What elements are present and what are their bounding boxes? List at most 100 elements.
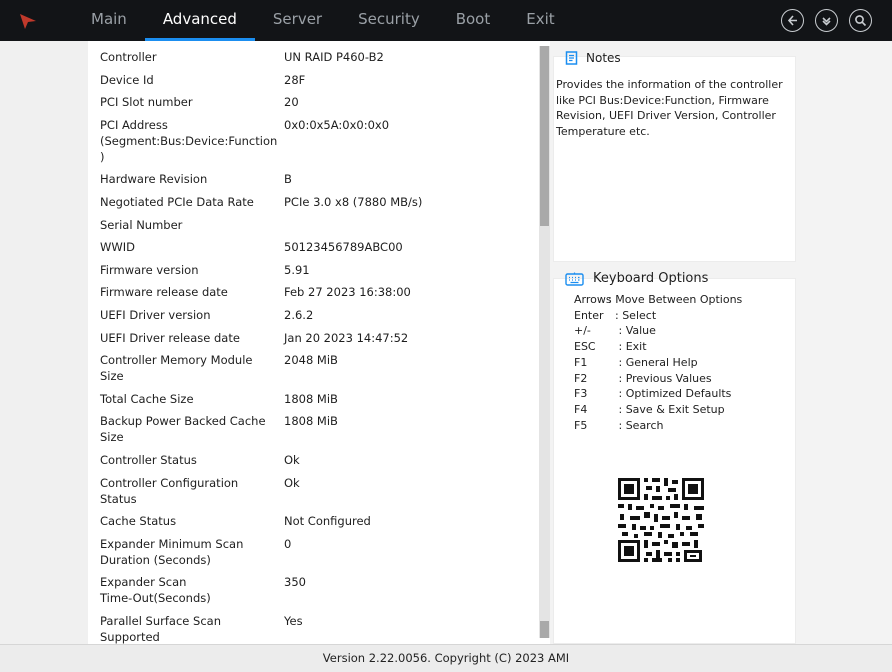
tab-boot[interactable]: Boot xyxy=(438,0,509,41)
kb-key: Arrows xyxy=(574,293,612,306)
row-label: Total Cache Size xyxy=(100,391,194,406)
row-serial-number[interactable]: Serial Number xyxy=(100,217,530,233)
row-memory-module-size[interactable]: Controller Memory Module Size 2048 MiB xyxy=(100,352,530,384)
row-label: PCI Address (Segment:Bus:Device:Function… xyxy=(100,117,278,164)
row-label: Controller Status xyxy=(100,452,197,467)
keyboard-icon xyxy=(565,272,584,286)
notes-title: Notes xyxy=(586,51,621,65)
row-label: Hardware Revision xyxy=(100,172,208,187)
row-value: 5.91 xyxy=(284,262,310,277)
kb-key: ESC xyxy=(574,340,596,354)
tab-server[interactable]: Server xyxy=(255,0,340,41)
row-value: 28F xyxy=(284,72,306,87)
row-label: Firmware version xyxy=(100,262,199,277)
search-button[interactable] xyxy=(849,9,872,32)
row-controller-config-status[interactable]: Controller Configuration Status Ok xyxy=(100,475,530,507)
kb-desc: : Search xyxy=(608,418,664,432)
row-uefi-driver-release-date[interactable]: UEFI Driver release date Jan 20 2023 14:4… xyxy=(100,330,530,346)
qr-code-icon xyxy=(610,468,714,570)
row-label: Negotiated PCIe Data Rate xyxy=(100,194,254,209)
kb-row-f5: F5 : Search xyxy=(574,418,742,434)
row-device-id[interactable]: Device Id 28F xyxy=(100,72,530,88)
row-hardware-revision[interactable]: Hardware Revision B xyxy=(100,171,530,187)
row-label: Device Id xyxy=(100,72,154,87)
row-label: WWID xyxy=(100,240,135,255)
save-button[interactable] xyxy=(815,9,838,32)
row-expander-scan-timeout[interactable]: Expander Scan Time-Out(Seconds) 350 xyxy=(100,574,530,606)
row-backup-power-cache-size[interactable]: Backup Power Backed Cache Size 1808 MiB xyxy=(100,413,530,445)
row-value: PCIe 3.0 x8 (7880 MB/s) xyxy=(284,194,423,209)
kb-row-f1: F1 : General Help xyxy=(574,355,742,371)
row-value: 50123456789ABC00 xyxy=(284,240,403,255)
row-pci-slot-number[interactable]: PCI Slot number 20 xyxy=(100,94,530,110)
row-label: Backup Power Backed Cache Size xyxy=(100,414,266,445)
tab-exit[interactable]: Exit xyxy=(508,0,572,41)
kb-desc: : Value xyxy=(608,324,656,338)
help-panel: Notes Provides the information of the co… xyxy=(550,41,892,644)
controller-info-panel: Controller UN RAID P460-B2 Device Id 28F P… xyxy=(88,41,550,644)
row-firmware-release-date[interactable]: Firmware release date Feb 27 2023 16:38:0… xyxy=(100,284,530,300)
row-cache-status[interactable]: Cache Status Not Configured xyxy=(100,513,530,529)
kb-key: F4 xyxy=(574,402,588,416)
row-expander-min-scan[interactable]: Expander Minimum Scan Duration (Seconds)… xyxy=(100,536,530,568)
back-button[interactable] xyxy=(781,9,804,32)
left-margin xyxy=(0,41,88,644)
vertical-scrollbar[interactable] xyxy=(539,46,550,638)
kb-desc: : Select xyxy=(608,308,657,322)
logo-icon xyxy=(20,14,36,29)
keyboard-options-header: Keyboard Options xyxy=(565,271,708,286)
row-wwid[interactable]: WWID 50123456789ABC00 xyxy=(100,239,530,255)
kb-row-esc: ESC : Exit xyxy=(574,339,742,355)
tab-advanced[interactable]: Advanced xyxy=(144,0,256,41)
row-label: Controller Memory Module Size xyxy=(100,353,253,384)
top-bar: Main Advanced Server Security Boot Exit xyxy=(0,0,892,41)
kb-desc: : General Help xyxy=(608,355,698,369)
row-value: Not Configured xyxy=(284,514,371,529)
row-value: 2048 MiB xyxy=(284,353,338,368)
row-value: 0x0:0x5A:0x0:0x0 xyxy=(284,117,390,132)
notes-text: Provides the information of the controll… xyxy=(556,78,783,138)
row-pci-address[interactable]: PCI Address (Segment:Bus:Device:Function… xyxy=(100,117,530,165)
kb-row-arrows: Arrows: Move Between Options xyxy=(574,292,742,308)
scrollbar-thumb[interactable] xyxy=(540,46,549,226)
row-label: Controller Configuration Status xyxy=(100,475,239,506)
row-total-cache-size[interactable]: Total Cache Size 1808 MiB xyxy=(100,391,530,407)
kb-key: F5 xyxy=(574,418,588,432)
row-value: Jan 20 2023 14:47:52 xyxy=(284,330,409,345)
kb-row-f3: F3 : Optimized Defaults xyxy=(574,386,742,402)
kb-key: Enter xyxy=(574,308,604,322)
footer: Version 2.22.0056. Copyright (C) 2023 AM… xyxy=(0,644,892,672)
kb-row-f4: F4 : Save & Exit Setup xyxy=(574,402,742,418)
row-pcie-data-rate[interactable]: Negotiated PCIe Data Rate PCIe 3.0 x8 (78… xyxy=(100,194,530,210)
row-label: Firmware release date xyxy=(100,285,228,300)
kb-key: F1 xyxy=(574,355,588,369)
kb-row-plus-minus: +/- : Value xyxy=(574,323,742,339)
notes-header: Notes xyxy=(565,51,621,65)
row-label: UEFI Driver version xyxy=(100,307,211,322)
row-value: 2.6.2 xyxy=(284,307,314,322)
tab-bar: Main Advanced Server Security Boot Exit xyxy=(73,0,573,41)
scrollbar-end-marker xyxy=(540,621,549,638)
row-label: Cache Status xyxy=(100,514,177,529)
search-icon xyxy=(855,15,867,27)
toolbar-icons xyxy=(781,9,872,32)
row-controller-status[interactable]: Controller Status Ok xyxy=(100,452,530,468)
kb-desc: : Move Between Options xyxy=(608,293,743,306)
row-label: Expander Minimum Scan Duration (Seconds) xyxy=(100,536,244,567)
row-parallel-surface-scan[interactable]: Parallel Surface Scan Supported Yes xyxy=(100,613,530,644)
save-download-icon xyxy=(822,17,831,26)
row-value: 0 xyxy=(284,536,292,551)
row-label: Serial Number xyxy=(100,217,183,232)
notes-icon xyxy=(565,51,578,65)
row-uefi-driver-version[interactable]: UEFI Driver version 2.6.2 xyxy=(100,307,530,323)
tab-security[interactable]: Security xyxy=(340,0,438,41)
back-icon xyxy=(787,15,797,26)
tab-main[interactable]: Main xyxy=(73,0,145,41)
row-value: UN RAID P460-B2 xyxy=(284,50,384,64)
row-value xyxy=(284,217,530,233)
row-controller[interactable]: Controller UN RAID P460-B2 xyxy=(100,49,530,65)
keyboard-options-title: Keyboard Options xyxy=(593,271,709,286)
row-label: PCI Slot number xyxy=(100,95,193,110)
row-firmware-version[interactable]: Firmware version 5.91 xyxy=(100,262,530,278)
kb-desc: : Previous Values xyxy=(608,371,712,385)
